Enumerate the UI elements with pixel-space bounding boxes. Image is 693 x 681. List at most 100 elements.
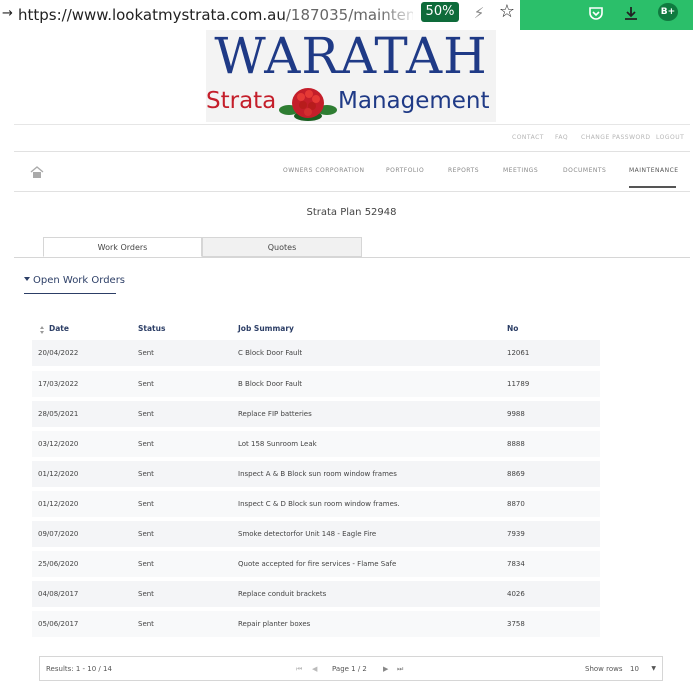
results-count: Results: 1 - 10 / 14	[46, 665, 112, 673]
cell-job-summary: Inspect C & D Block sun room window fram…	[238, 500, 400, 508]
column-header-status[interactable]: Status	[138, 322, 165, 336]
table-row[interactable]: 03/12/2020 Sent Lot 158 Sunroom Leak 888…	[32, 431, 600, 457]
caret-down-icon	[24, 277, 30, 281]
nav-active-indicator	[629, 186, 676, 188]
table-row[interactable]: 28/05/2021 Sent Replace FIP batteries 99…	[32, 401, 600, 427]
cell-job-summary: Lot 158 Sunroom Leak	[238, 440, 317, 448]
nav-portfolio[interactable]: PORTFOLIO	[386, 165, 424, 177]
cell-date: 20/04/2022	[38, 349, 79, 357]
nav-reports[interactable]: REPORTS	[448, 165, 479, 177]
cell-date: 09/07/2020	[38, 530, 79, 538]
column-header-job-summary[interactable]: Job Summary	[238, 322, 294, 336]
next-page-icon[interactable]: ▶	[383, 657, 388, 681]
cell-date: 05/06/2017	[38, 620, 79, 628]
change-password-link[interactable]: CHANGE PASSWORD	[581, 132, 651, 144]
nav-documents[interactable]: DOCUMENTS	[563, 165, 606, 177]
pagination-bar: Results: 1 - 10 / 14 ⏮ ◀ Page 1 / 2 ▶ ⏭ …	[39, 656, 663, 681]
cell-status: Sent	[138, 410, 154, 418]
cell-job-summary: Quote accepted for fire services - Flame…	[238, 560, 397, 568]
nav-top-border	[14, 151, 690, 152]
rows-per-page-select[interactable]: 10 ▼	[630, 660, 660, 678]
cell-status: Sent	[138, 620, 154, 628]
table-row[interactable]: 09/07/2020 Sent Smoke detectorfor Unit 1…	[32, 521, 600, 547]
table-row[interactable]: 17/03/2022 Sent B Block Door Fault 11789	[32, 371, 600, 397]
section-title: Open Work Orders	[33, 275, 126, 286]
column-header-date[interactable]: Date	[49, 322, 69, 336]
company-logo: WARATAH Strata Management	[206, 30, 496, 122]
rows-per-page-value: 10	[630, 665, 639, 673]
pocket-icon[interactable]	[585, 2, 607, 24]
home-icon[interactable]	[30, 165, 44, 179]
download-icon[interactable]	[620, 2, 642, 24]
show-rows-label: Show rows	[585, 665, 623, 673]
first-page-icon[interactable]: ⏮	[296, 657, 302, 681]
cell-no: 8870	[507, 500, 525, 508]
tabs-divider	[14, 257, 690, 258]
cell-job-summary: Replace conduit brackets	[238, 590, 327, 598]
utility-links: CONTACT FAQ CHANGE PASSWORD LOGOUT	[490, 132, 690, 144]
nav-owners-corporation[interactable]: OWNERS CORPORATION	[283, 165, 364, 177]
nav-bottom-border	[14, 191, 690, 192]
page-title: Strata Plan 52948	[306, 207, 397, 218]
cell-status: Sent	[138, 440, 154, 448]
page-indicator: Page 1 / 2	[332, 665, 367, 673]
cell-job-summary: C Block Door Fault	[238, 349, 303, 357]
browser-toolbar: → https://www.lookatmystrata.com.au/1870…	[0, 0, 693, 30]
cell-no: 3758	[507, 620, 525, 628]
cell-job-summary: Repair planter boxes	[238, 620, 311, 628]
last-page-icon[interactable]: ⏭	[397, 657, 403, 681]
dropdown-arrow-icon: ▼	[651, 665, 656, 672]
waratah-flower-icon	[279, 88, 337, 121]
table-row[interactable]: 01/12/2020 Sent Inspect C & D Block sun …	[32, 491, 600, 517]
cell-date: 04/08/2017	[38, 590, 79, 598]
cell-date: 25/06/2020	[38, 560, 79, 568]
page-info-icon[interactable]: →	[2, 6, 13, 22]
url-text[interactable]: https://www.lookatmystrata.com.au/187035…	[18, 3, 413, 27]
cell-no: 9988	[507, 410, 525, 418]
cell-status: Sent	[138, 470, 154, 478]
cell-no: 8888	[507, 440, 525, 448]
cell-no: 7939	[507, 530, 525, 538]
cell-no: 4026	[507, 590, 525, 598]
cell-no: 8869	[507, 470, 525, 478]
logo-strata: Strata	[206, 88, 277, 114]
table-row[interactable]: 05/06/2017 Sent Repair planter boxes 375…	[32, 611, 600, 637]
sort-icon[interactable]	[40, 326, 44, 334]
prev-page-icon[interactable]: ◀	[312, 657, 317, 681]
url-host: https://www.lookatmystrata.com.au	[18, 6, 286, 24]
section-toggle[interactable]: Open Work Orders	[24, 272, 126, 290]
cell-status: Sent	[138, 500, 154, 508]
cell-job-summary: Smoke detectorfor Unit 148 - Eagle Fire	[238, 530, 377, 538]
cell-job-summary: Replace FIP batteries	[238, 410, 312, 418]
bookmark-star-icon[interactable]: ☆	[497, 2, 517, 22]
cell-job-summary: B Block Door Fault	[238, 380, 303, 388]
tab-work-orders[interactable]: Work Orders	[43, 237, 202, 257]
faq-link[interactable]: FAQ	[555, 132, 568, 144]
logout-link[interactable]: LOGOUT	[656, 132, 684, 144]
zoom-indicator[interactable]: 50%	[421, 2, 459, 22]
table-row[interactable]: 01/12/2020 Sent Inspect A & B Block sun …	[32, 461, 600, 487]
cell-date: 17/03/2022	[38, 380, 79, 388]
cell-no: 12061	[507, 349, 530, 357]
nav-meetings[interactable]: MEETINGS	[503, 165, 538, 177]
cell-no: 11789	[507, 380, 530, 388]
table-row[interactable]: 04/08/2017 Sent Replace conduit brackets…	[32, 581, 600, 607]
cell-status: Sent	[138, 590, 154, 598]
cell-status: Sent	[138, 349, 154, 357]
logo-title: WARATAH	[214, 27, 488, 85]
header-divider	[14, 124, 690, 125]
tab-quotes[interactable]: Quotes	[202, 237, 362, 257]
cell-date: 03/12/2020	[38, 440, 79, 448]
address-bar[interactable]: → https://www.lookatmystrata.com.au/1870…	[0, 0, 520, 30]
cell-date: 01/12/2020	[38, 470, 79, 478]
extension-badge-icon[interactable]: B+	[658, 3, 678, 21]
lightning-icon[interactable]: ⚡	[471, 3, 487, 23]
table-row[interactable]: 20/04/2022 Sent C Block Door Fault 12061	[32, 340, 600, 366]
cell-date: 28/05/2021	[38, 410, 79, 418]
table-row[interactable]: 25/06/2020 Sent Quote accepted for fire …	[32, 551, 600, 577]
nav-maintenance[interactable]: MAINTENANCE	[629, 165, 679, 177]
contact-link[interactable]: CONTACT	[512, 132, 544, 144]
cell-no: 7834	[507, 560, 525, 568]
cell-status: Sent	[138, 530, 154, 538]
column-header-no[interactable]: No	[507, 322, 518, 336]
